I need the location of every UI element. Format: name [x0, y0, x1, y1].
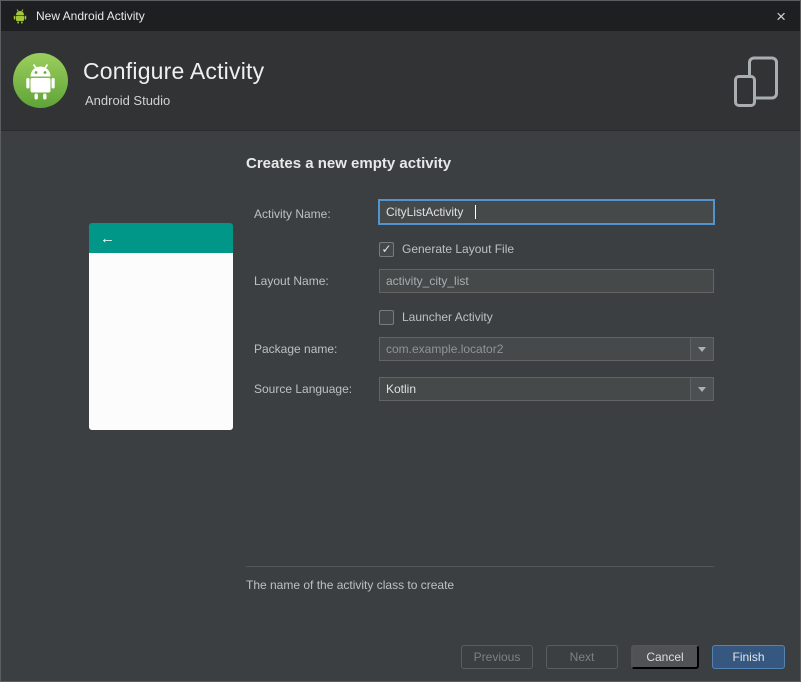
- title-bar: New Android Activity ×: [1, 1, 800, 31]
- chevron-down-icon: [698, 346, 706, 352]
- generate-layout-label: Generate Layout File: [402, 242, 515, 256]
- layout-name-input[interactable]: [379, 269, 714, 293]
- dialog-button-bar: Previous Next Cancel Finish: [461, 645, 785, 669]
- new-android-activity-dialog: New Android Activity × Configure Activit…: [0, 0, 801, 682]
- next-button[interactable]: Next: [546, 645, 618, 669]
- activity-preview: ←: [89, 223, 233, 430]
- package-dropdown-button[interactable]: [690, 338, 713, 360]
- package-name-combobox[interactable]: com.example.locator2: [379, 337, 714, 361]
- launcher-checkbox-row[interactable]: Launcher Activity: [379, 309, 493, 325]
- launcher-checkbox[interactable]: [379, 309, 394, 325]
- back-arrow-icon: ←: [100, 229, 115, 247]
- generate-layout-checkbox[interactable]: ✓: [379, 241, 394, 257]
- launcher-label: Launcher Activity: [402, 310, 493, 324]
- source-language-label: Source Language:: [254, 382, 353, 396]
- step-heading: Creates a new empty activity: [246, 155, 452, 172]
- android-icon: [12, 8, 28, 24]
- wizard-header: Configure Activity Android Studio: [1, 31, 800, 131]
- android-studio-logo-icon: [12, 52, 69, 109]
- help-text: The name of the activity class to create: [246, 578, 455, 592]
- preview-body: [89, 253, 233, 430]
- wizard-subtitle: Android Studio: [85, 93, 171, 108]
- wizard-title: Configure Activity: [83, 58, 265, 84]
- phone-tablet-icon: [733, 56, 779, 113]
- source-language-value: Kotlin: [386, 382, 417, 396]
- previous-button[interactable]: Previous: [461, 645, 533, 669]
- activity-name-label: Activity Name:: [254, 207, 331, 221]
- close-icon[interactable]: ×: [773, 8, 789, 25]
- layout-name-field-wrap: [379, 269, 714, 293]
- separator: [246, 566, 714, 567]
- finish-button[interactable]: Finish: [712, 645, 785, 669]
- package-name-value: com.example.locator2: [386, 342, 504, 356]
- source-dropdown-button[interactable]: [690, 378, 713, 400]
- preview-appbar: ←: [89, 223, 233, 253]
- wizard-body: Creates a new empty activity ← Activity …: [1, 132, 800, 681]
- source-language-combobox[interactable]: Kotlin: [379, 377, 714, 401]
- text-caret: [475, 205, 476, 219]
- package-name-label: Package name:: [254, 342, 338, 356]
- generate-layout-checkbox-row[interactable]: ✓ Generate Layout File: [379, 241, 514, 257]
- cancel-button[interactable]: Cancel: [631, 645, 699, 669]
- layout-name-label: Layout Name:: [254, 274, 329, 288]
- window-title: New Android Activity: [36, 9, 145, 23]
- chevron-down-icon: [698, 386, 706, 392]
- activity-name-field-wrap: [379, 200, 714, 224]
- activity-name-input[interactable]: [379, 200, 714, 224]
